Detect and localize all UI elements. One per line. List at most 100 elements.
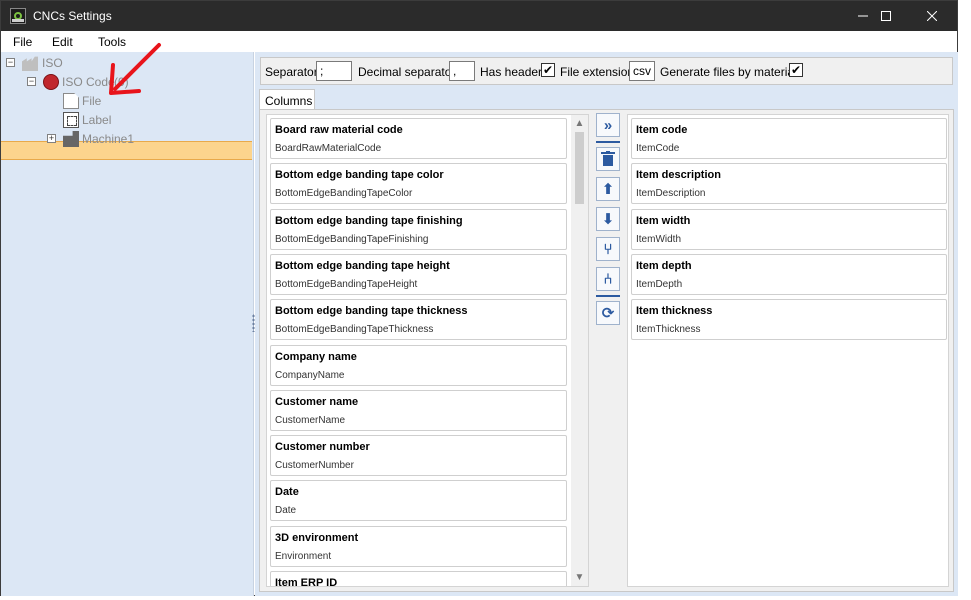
tree-item-label: Machine1	[82, 132, 135, 146]
toolbar-divider	[596, 141, 620, 143]
column-card[interactable]: Bottom edge banding tape color BottomEdge…	[270, 163, 567, 205]
delete-column-button[interactable]	[596, 147, 620, 171]
decimal-separator-label: Decimal separator	[358, 65, 456, 79]
column-title: Customer name	[275, 395, 359, 408]
column-title: Item code	[636, 124, 688, 136]
column-title: Bottom edge banding tape thickness	[275, 305, 468, 318]
separator-label: Separator	[265, 65, 318, 79]
maximize-icon	[881, 11, 891, 21]
maximize-button[interactable]	[863, 1, 909, 31]
settings-tree: − ISO − ISO Code (0) File Label + Machin…	[1, 52, 254, 596]
scroll-down-icon[interactable]: ▼	[571, 569, 588, 586]
column-key: CustomerName	[275, 414, 346, 426]
split-icon: ⑃	[603, 270, 613, 288]
column-card[interactable]: Item width ItemWidth	[631, 208, 947, 250]
has-header-checkbox[interactable]: ✔	[541, 63, 555, 77]
column-card[interactable]: Customer name CustomerName	[270, 389, 567, 431]
arrow-up-icon: ⬆	[601, 181, 615, 198]
column-card[interactable]: Item description ItemDescription	[631, 163, 947, 205]
available-columns-list[interactable]: Board raw material code BoardRawMaterialC…	[266, 114, 589, 587]
main-window: CNCs Settings File Edit Tools − ISO − IS…	[0, 0, 958, 596]
column-title: 3D environment	[275, 531, 359, 544]
column-card[interactable]: Item code ItemCode	[631, 118, 947, 159]
iso-code-icon	[43, 74, 59, 90]
file-extension-label: File extension	[560, 65, 635, 79]
column-key: BottomEdgeBandingTapeHeight	[275, 278, 418, 290]
toolbar-divider	[596, 295, 620, 297]
column-key: BoardRawMaterialCode	[275, 143, 382, 154]
menu-edit[interactable]: Edit	[52, 35, 73, 49]
file-icon	[63, 93, 79, 109]
column-key: ItemWidth	[636, 233, 682, 245]
column-key: Date	[275, 505, 297, 517]
factory-icon	[22, 56, 38, 71]
column-card[interactable]: Bottom edge banding tape height BottomEdg…	[270, 253, 567, 295]
column-title: Board raw material code	[275, 124, 403, 136]
column-card[interactable]: Item ERP ID	[270, 571, 567, 587]
close-button[interactable]	[909, 1, 955, 31]
scroll-up-icon[interactable]: ▲	[571, 115, 588, 132]
column-title: Bottom edge banding tape color	[275, 169, 444, 182]
column-key: ItemCode	[636, 143, 680, 154]
column-card[interactable]: Company name CompanyName	[270, 344, 567, 386]
separator-input[interactable]	[316, 61, 352, 81]
column-title: Item ERP ID	[275, 577, 338, 587]
column-card[interactable]: Date Date	[270, 480, 567, 522]
collapse-icon[interactable]: −	[27, 77, 36, 86]
tree-item-label: Label	[82, 113, 112, 127]
column-card[interactable]: Bottom edge banding tape finishing Bottom…	[270, 208, 567, 250]
column-title: Company name	[275, 350, 357, 363]
column-key: BottomEdgeBandingTapeFinishing	[275, 233, 429, 245]
column-key: Environment	[275, 550, 332, 562]
scroll-thumb[interactable]	[575, 132, 584, 204]
column-card[interactable]: Board raw material code BoardRawMaterialC…	[270, 118, 567, 159]
generate-files-checkbox[interactable]: ✔	[789, 63, 803, 77]
tree-item-label-node[interactable]: Label	[1, 111, 251, 130]
file-extension-input[interactable]	[629, 61, 655, 81]
column-title: Item thickness	[636, 305, 713, 318]
decimal-separator-input[interactable]	[449, 61, 475, 81]
collapse-icon[interactable]: −	[6, 58, 15, 67]
tree-item-label: ISO	[42, 56, 63, 70]
column-card[interactable]: Item thickness ItemThickness	[631, 299, 947, 341]
column-card[interactable]: 3D environment Environment	[270, 525, 567, 567]
vertical-scrollbar[interactable]: ▲ ▼	[571, 115, 588, 586]
column-key: ItemDescription	[636, 188, 706, 200]
file-options-bar: Separator Decimal separator Has header ✔…	[260, 57, 953, 85]
tab-columns[interactable]: Columns	[259, 89, 315, 110]
column-key: ItemThickness	[636, 324, 701, 336]
column-title: Item description	[636, 169, 721, 182]
machine-icon	[63, 131, 79, 147]
move-up-button[interactable]: ⬆	[596, 177, 620, 201]
move-down-button[interactable]: ⬇	[596, 207, 620, 231]
settings-panel: Separator Decimal separator Has header ✔…	[255, 52, 958, 596]
column-card[interactable]: Customer number CustomerNumber	[270, 435, 567, 477]
menu-file[interactable]: File	[13, 35, 32, 49]
add-column-button[interactable]: »	[596, 113, 620, 137]
annotation-arrow-icon	[109, 43, 161, 95]
merge-icon: ⑂	[603, 240, 613, 258]
merge-button[interactable]: ⑂	[596, 237, 620, 261]
column-title: Bottom edge banding tape finishing	[275, 214, 463, 227]
app-icon	[10, 8, 26, 24]
column-title: Item width	[636, 214, 691, 227]
refresh-button[interactable]: ⟳	[596, 301, 620, 325]
title-bar[interactable]: CNCs Settings	[1, 1, 957, 31]
columns-tab-panel: Board raw material code BoardRawMaterialC…	[259, 109, 954, 592]
column-card[interactable]: Bottom edge banding tape thickness Bottom…	[270, 299, 567, 341]
column-toolbar: » ⬆ ⬇ ⑂ ⑃ ⟳	[594, 110, 624, 340]
column-title: Customer number	[275, 441, 370, 454]
generate-files-label: Generate files by material	[660, 65, 797, 79]
column-key: ItemDepth	[636, 278, 683, 290]
close-icon	[927, 11, 937, 21]
tree-item-machine1[interactable]: + Machine1	[1, 130, 251, 149]
label-icon	[63, 112, 79, 128]
arrow-down-icon: ⬇	[601, 211, 615, 228]
expand-icon[interactable]: +	[47, 134, 56, 143]
window-title: CNCs Settings	[33, 9, 112, 23]
selected-columns-list[interactable]: Item code ItemCode Item description ItemDes…	[627, 114, 949, 587]
column-card[interactable]: Item depth ItemDepth	[631, 253, 947, 295]
column-title: Item depth	[636, 259, 692, 272]
double-chevron-right-icon: »	[603, 116, 613, 134]
split-button[interactable]: ⑃	[596, 267, 620, 291]
